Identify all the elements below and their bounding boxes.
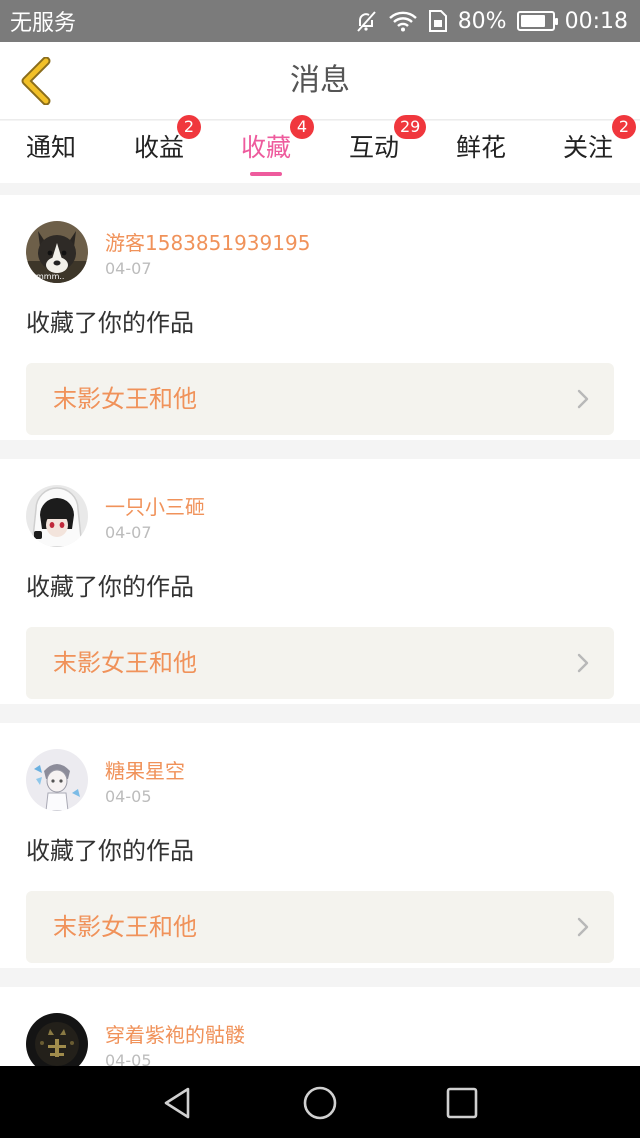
tab-following[interactable]: 关注 2 <box>534 115 640 183</box>
system-navigation-bar <box>0 1066 640 1138</box>
action-text: 收藏了你的作品 <box>26 837 194 865</box>
user-name[interactable]: 穿着紫袍的骷髅 <box>105 1019 245 1048</box>
post-date: 04-05 <box>105 787 152 806</box>
tab-badge: 4 <box>290 115 314 139</box>
tab-bar: 通知 收益 2 收藏 4 互动 29 鲜花 关注 2 <box>0 115 640 183</box>
clock: 00:18 <box>564 8 628 34</box>
tab-favorites[interactable]: 收藏 4 <box>212 115 320 183</box>
wifi-icon <box>388 10 418 32</box>
avatar[interactable] <box>26 485 88 547</box>
page-title: 消息 <box>290 63 350 98</box>
tab-interactions[interactable]: 互动 29 <box>320 115 428 183</box>
mute-icon <box>354 9 378 33</box>
user-name[interactable]: 一只小三砸 <box>105 491 205 520</box>
header-bar: 消息 <box>0 42 640 120</box>
chevron-right-icon <box>577 917 589 937</box>
active-tab-indicator <box>250 172 282 176</box>
battery-percent: 80% <box>457 8 507 34</box>
status-bar: 无服务 80% 00:18 <box>0 0 640 42</box>
work-link[interactable]: 末影女王和他 <box>26 363 614 435</box>
chevron-right-icon <box>577 653 589 673</box>
status-icons: 80% 00:18 <box>354 9 628 34</box>
tab-earnings[interactable]: 收益 2 <box>105 115 213 183</box>
action-text: 收藏了你的作品 <box>26 309 194 337</box>
svg-text:mmm..: mmm.. <box>36 272 64 281</box>
list-item: 一只小三砸 04-07 收藏了你的作品 末影女王和他 <box>0 459 640 704</box>
post-date: 04-07 <box>105 523 152 542</box>
tab-badge: 2 <box>177 115 201 139</box>
post-date: 04-07 <box>105 259 152 278</box>
sim-icon <box>428 9 448 33</box>
user-name[interactable]: 糖果星空 <box>105 755 185 784</box>
work-link[interactable]: 末影女王和他 <box>26 627 614 699</box>
work-title: 末影女王和他 <box>53 913 197 941</box>
tab-badge: 2 <box>612 115 636 139</box>
tab-badge: 29 <box>394 115 427 139</box>
chevron-right-icon <box>577 389 589 409</box>
carrier-label: 无服务 <box>10 11 77 36</box>
work-title: 末影女王和他 <box>53 649 197 677</box>
user-name[interactable]: 游客1583851939195 <box>105 227 310 256</box>
tab-label: 鲜花 <box>455 133 506 162</box>
tab-flowers[interactable]: 鲜花 <box>427 121 535 183</box>
recents-square-icon[interactable] <box>444 1085 480 1121</box>
battery-icon <box>516 11 558 31</box>
battery-fill <box>520 15 545 27</box>
action-text: 收藏了你的作品 <box>26 573 194 601</box>
work-title: 末影女王和他 <box>53 385 197 413</box>
work-link[interactable]: 末影女王和他 <box>26 891 614 963</box>
avatar[interactable] <box>26 749 88 811</box>
tab-label: 通知 <box>25 133 76 162</box>
home-circle-icon[interactable] <box>302 1085 338 1121</box>
list-item: 糖果星空 04-05 收藏了你的作品 末影女王和他 <box>0 723 640 968</box>
avatar[interactable]: mmm.. <box>26 221 88 283</box>
tab-notifications[interactable]: 通知 <box>0 121 105 183</box>
back-triangle-icon[interactable] <box>160 1085 196 1121</box>
list-item: mmm.. 游客1583851939195 04-07 收藏了你的作品 末影女王… <box>0 195 640 440</box>
